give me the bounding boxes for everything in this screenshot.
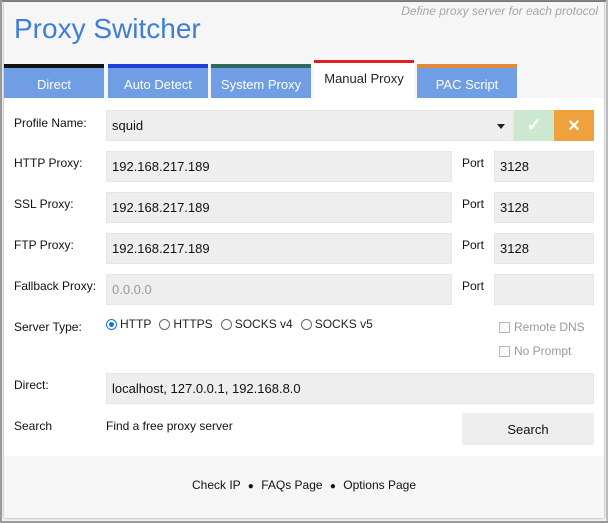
remote-dns-checkbox[interactable]: Remote DNS xyxy=(499,320,585,334)
window-left-edge xyxy=(0,0,2,523)
ssl-proxy-label: SSL Proxy: xyxy=(14,197,74,211)
footer-separator: ● xyxy=(247,481,254,492)
ftp-proxy-input[interactable]: 192.168.217.189 xyxy=(106,233,452,264)
ftp-port-label: Port xyxy=(462,238,485,252)
no-prompt-checkbox[interactable]: No Prompt xyxy=(499,344,571,358)
http-port-input[interactable]: 3128 xyxy=(494,151,594,182)
close-icon: ✕ xyxy=(567,117,581,135)
server-type-label: Server Type: xyxy=(14,320,82,334)
radio-http-label: HTTP xyxy=(120,317,152,331)
http-proxy-label: HTTP Proxy: xyxy=(14,156,83,170)
tab-auto-detect[interactable]: Auto Detect xyxy=(108,64,208,98)
checkbox-icon xyxy=(499,321,510,333)
direct-label: Direct: xyxy=(14,378,49,392)
radio-socks4[interactable]: SOCKS v4 xyxy=(220,317,293,331)
radio-socks5-label: SOCKS v5 xyxy=(314,317,373,331)
radio-unchecked-icon xyxy=(159,318,171,330)
ssl-port-label: Port xyxy=(462,197,485,211)
footer-separator: ● xyxy=(329,481,336,492)
tab-pac-script[interactable]: PAC Script xyxy=(417,64,517,98)
profile-name-select[interactable]: squid xyxy=(106,110,514,141)
http-proxy-input[interactable]: 192.168.217.189 xyxy=(106,151,452,182)
check-icon: ✓ xyxy=(526,115,542,135)
ftp-port-input[interactable]: 3128 xyxy=(494,233,594,264)
tab-system-proxy[interactable]: System Proxy xyxy=(211,64,311,98)
chevron-down-icon xyxy=(497,123,505,129)
app-title: Proxy Switcher xyxy=(14,13,201,44)
check-ip-link[interactable]: Check IP xyxy=(192,478,240,492)
radio-socks5[interactable]: SOCKS v5 xyxy=(300,317,373,331)
no-prompt-label: No Prompt xyxy=(514,344,572,358)
delete-profile-button[interactable]: ✕ xyxy=(554,110,594,141)
options-page-link[interactable]: Options Page xyxy=(343,478,416,492)
tab-direct[interactable]: Direct xyxy=(4,64,104,98)
radio-https-label: HTTPS xyxy=(173,317,213,331)
radio-http[interactable]: HTTP xyxy=(106,317,151,331)
footer-links: Check IP ● FAQs Page ● Options Page xyxy=(0,478,608,492)
faqs-page-link[interactable]: FAQs Page xyxy=(261,478,322,492)
search-label: Search xyxy=(14,419,53,433)
tab-manual-proxy[interactable]: Manual Proxy xyxy=(314,60,414,98)
radio-https[interactable]: HTTPS xyxy=(159,317,213,331)
fallback-port-input[interactable] xyxy=(494,274,594,305)
checkbox-icon xyxy=(499,345,510,357)
radio-unchecked-icon xyxy=(220,318,232,330)
search-description: Find a free proxy server xyxy=(106,419,233,433)
ssl-proxy-input[interactable]: 192.168.217.189 xyxy=(106,192,452,223)
radio-unchecked-icon xyxy=(300,318,312,330)
fallback-proxy-label: Fallback Proxy: xyxy=(14,279,97,293)
profile-name-value: squid xyxy=(112,118,144,133)
server-type-radio-group: HTTP HTTPS SOCKS v4 SOCKS v5 xyxy=(106,317,381,331)
remote-dns-label: Remote DNS xyxy=(514,320,585,334)
ftp-proxy-label: FTP Proxy: xyxy=(14,238,74,252)
direct-bypass-input[interactable]: localhost, 127.0.0.1, 192.168.8.0 xyxy=(106,373,594,404)
fallback-proxy-input[interactable]: 0.0.0.0 xyxy=(106,274,452,305)
http-port-label: Port xyxy=(462,156,485,170)
save-profile-button[interactable]: ✓ xyxy=(514,110,554,141)
radio-checked-icon xyxy=(106,318,117,330)
fallback-port-label: Port xyxy=(462,279,485,293)
radio-socks4-label: SOCKS v4 xyxy=(234,317,293,331)
ssl-port-input[interactable]: 3128 xyxy=(494,192,594,223)
profile-name-label: Profile Name: xyxy=(14,116,87,130)
search-button[interactable]: Search xyxy=(462,413,594,445)
app-subtitle: Define proxy server for each protocol xyxy=(401,4,598,18)
